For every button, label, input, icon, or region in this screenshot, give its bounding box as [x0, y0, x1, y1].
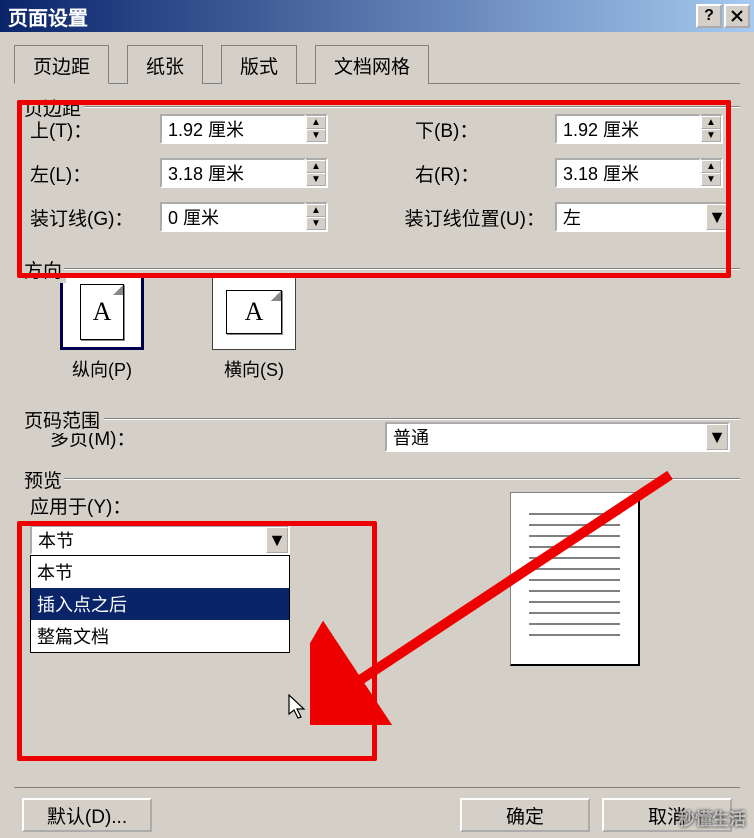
- apply-option-whole-doc[interactable]: 整篇文档: [31, 620, 289, 652]
- gutter-pos-label: 装订线位置(U)：: [335, 204, 555, 231]
- button-row: 默认(D)... 确定 取消: [14, 787, 740, 832]
- spin-up-icon[interactable]: ▲: [306, 160, 326, 173]
- pagerange-legend: 页码范围: [20, 406, 104, 433]
- right-input[interactable]: [555, 158, 701, 188]
- preview-page-thumbnail: [510, 492, 640, 666]
- apply-option-after-cursor[interactable]: 插入点之后: [31, 588, 289, 620]
- right-spinner[interactable]: ▲▼: [555, 158, 723, 188]
- bottom-spinner[interactable]: ▲▼: [555, 114, 723, 144]
- titlebar: 页面设置 ?: [0, 0, 754, 32]
- spin-up-icon[interactable]: ▲: [701, 116, 721, 129]
- tab-grid[interactable]: 文档网格: [315, 45, 429, 84]
- preview-legend: 预览: [20, 466, 66, 493]
- ok-button[interactable]: 确定: [460, 798, 590, 832]
- chevron-down-icon: ▼: [706, 424, 728, 450]
- portrait-icon: A: [60, 274, 144, 350]
- apply-dropdown-list: 本节 插入点之后 整篇文档: [30, 555, 290, 653]
- pagerange-group: 页码范围 多页(M)： 普通 ▼: [14, 406, 740, 456]
- gutter-label: 装订线(G)：: [30, 204, 160, 231]
- chevron-down-icon: ▼: [706, 204, 728, 230]
- top-spinner[interactable]: ▲▼: [160, 114, 328, 144]
- apply-select[interactable]: 本节 ▼: [30, 525, 290, 555]
- landscape-option[interactable]: A 横向(S): [212, 274, 296, 382]
- left-label: 左(L)：: [30, 160, 160, 187]
- bottom-label: 下(B)：: [415, 116, 555, 143]
- landscape-icon: A: [212, 274, 296, 350]
- chevron-down-icon: ▼: [266, 527, 288, 553]
- margins-legend: 页边距: [20, 94, 85, 121]
- landscape-label: 横向(S): [224, 360, 284, 380]
- gutter-input[interactable]: [160, 202, 306, 232]
- tab-bar: 页边距 纸张 版式 文档网格: [14, 44, 740, 84]
- orientation-legend: 方向: [20, 256, 66, 283]
- spin-up-icon[interactable]: ▲: [701, 160, 721, 173]
- right-label: 右(R)：: [415, 160, 555, 187]
- default-button[interactable]: 默认(D)...: [22, 798, 152, 832]
- multipage-select[interactable]: 普通 ▼: [385, 422, 730, 452]
- spin-down-icon[interactable]: ▼: [306, 129, 326, 142]
- gutter-spinner[interactable]: ▲▼: [160, 202, 328, 232]
- orientation-group: 方向 A 纵向(P) A 横向(S): [14, 256, 740, 396]
- apply-label: 应用于(Y)：: [30, 497, 131, 518]
- help-button[interactable]: ?: [696, 4, 722, 28]
- tab-paper[interactable]: 纸张: [127, 45, 203, 84]
- spin-down-icon[interactable]: ▼: [306, 217, 326, 230]
- apply-option-section[interactable]: 本节: [31, 556, 289, 588]
- spin-up-icon[interactable]: ▲: [306, 116, 326, 129]
- portrait-label: 纵向(P): [72, 360, 132, 380]
- multipage-value: 普通: [387, 424, 706, 450]
- spin-down-icon[interactable]: ▼: [306, 173, 326, 186]
- spin-up-icon[interactable]: ▲: [306, 204, 326, 217]
- margins-group: 页边距 上(T)： ▲▼ 下(B)： ▲▼ 左(L)： ▲▼ 右(R)：: [14, 94, 740, 246]
- tab-margins[interactable]: 页边距: [14, 45, 109, 84]
- tab-layout[interactable]: 版式: [221, 45, 297, 84]
- bottom-input[interactable]: [555, 114, 701, 144]
- left-input[interactable]: [160, 158, 306, 188]
- dialog-title: 页面设置: [8, 2, 694, 31]
- left-spinner[interactable]: ▲▼: [160, 158, 328, 188]
- apply-value: 本节: [32, 527, 266, 553]
- gutter-pos-select[interactable]: 左 ▼: [555, 202, 730, 232]
- spin-down-icon[interactable]: ▼: [701, 129, 721, 142]
- close-icon: [731, 10, 743, 22]
- preview-group: 预览 应用于(Y)： 本节 ▼ 本节 插入点之后 整篇文档: [14, 466, 740, 706]
- top-input[interactable]: [160, 114, 306, 144]
- gutter-pos-value: 左: [557, 204, 706, 230]
- portrait-option[interactable]: A 纵向(P): [60, 274, 144, 382]
- spin-down-icon[interactable]: ▼: [701, 173, 721, 186]
- watermark: 秒懂生活: [678, 805, 746, 830]
- close-button[interactable]: [724, 4, 750, 28]
